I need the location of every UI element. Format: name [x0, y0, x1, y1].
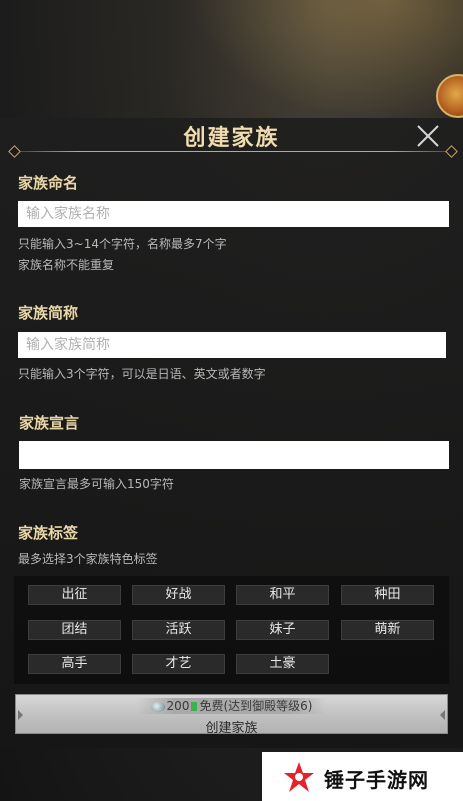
close-button[interactable] — [412, 120, 444, 152]
clan-name-label: 家族命名 — [18, 174, 79, 192]
tag-button[interactable]: 土豪 — [236, 654, 329, 674]
close-icon — [417, 125, 439, 147]
clan-abbr-input[interactable] — [18, 332, 446, 358]
clan-name-hint-1: 只能输入3~14个字符，名称最多7个字 — [18, 237, 227, 251]
clan-name-input[interactable] — [18, 201, 449, 227]
watermark-text: 锤子手游网 — [324, 768, 429, 792]
watermark-logo-icon — [284, 762, 314, 792]
clan-abbr-label: 家族简称 — [18, 304, 79, 322]
clan-tags-label: 家族标签 — [18, 524, 79, 542]
tag-button[interactable]: 出征 — [28, 585, 121, 605]
clan-declaration-input[interactable] — [19, 441, 449, 469]
title-divider — [12, 151, 457, 152]
clan-declaration-hint: 家族宣言最多可输入150字符 — [19, 477, 174, 491]
clan-abbr-hint: 只能输入3个字符，可以是日语、英文或者数字 — [18, 367, 266, 381]
tag-button[interactable]: 和平 — [236, 585, 329, 605]
clan-name-hint-2: 家族名称不能重复 — [18, 258, 115, 272]
tag-button[interactable]: 高手 — [28, 654, 121, 674]
site-watermark: 锤子手游网 — [262, 752, 463, 801]
cost-note: 免费(达到御殿等级6) — [199, 699, 313, 713]
tag-button[interactable]: 才艺 — [132, 654, 225, 674]
jade-currency-icon — [150, 701, 165, 712]
tag-button[interactable]: 活跃 — [132, 620, 225, 640]
create-button-label: 创建家族 — [205, 721, 258, 736]
free-marker-icon — [191, 702, 198, 711]
clan-declaration-label: 家族宣言 — [19, 414, 80, 432]
clan-tags-hint: 最多选择3个家族特色标签 — [18, 552, 158, 566]
dialog-title: 创建家族 — [183, 125, 280, 151]
tag-button[interactable]: 妹子 — [236, 620, 329, 640]
background-glow — [190, 0, 463, 120]
tag-button[interactable]: 种田 — [341, 585, 434, 605]
cost-row: 200 免费(达到御殿等级6) — [16, 698, 447, 714]
tag-button[interactable]: 好战 — [132, 585, 225, 605]
tag-button[interactable]: 萌新 — [341, 620, 434, 640]
cost-amount: 200 — [166, 699, 190, 713]
create-clan-button[interactable]: 200 免费(达到御殿等级6) 创建家族 — [15, 694, 448, 736]
tag-button[interactable]: 团结 — [28, 620, 121, 640]
